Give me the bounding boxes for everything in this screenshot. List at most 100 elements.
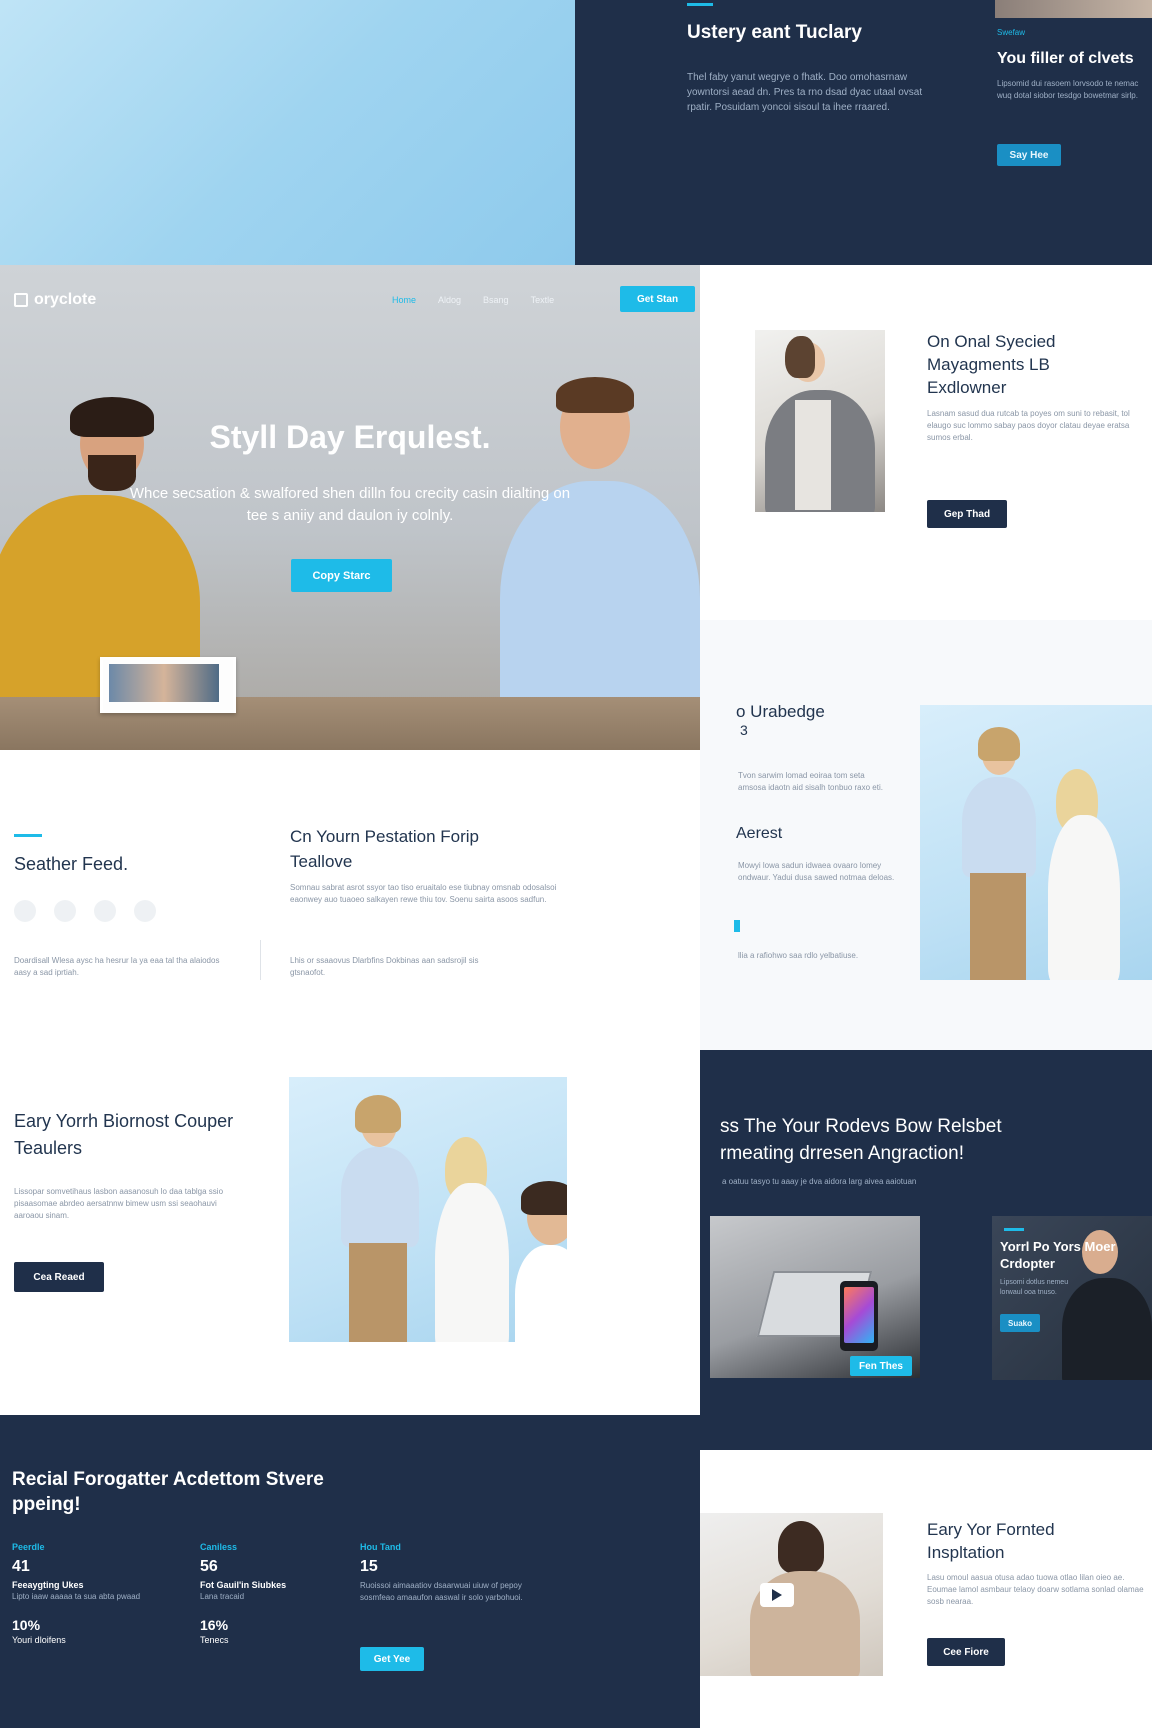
nav-links: Home Aldog Bsang Textle: [392, 295, 554, 305]
social-icons: [14, 900, 156, 922]
hero-subtitle: Whce secsation & swalfored shen dilln fo…: [129, 485, 571, 524]
businessman-card: Yorrl Po Yors Moer Crdopter Lipsomi dotl…: [992, 1216, 1152, 1380]
top-right-card-button[interactable]: Say Hee: [997, 144, 1061, 166]
video-woman-hair: [778, 1521, 824, 1573]
top-right-body: Thel faby yanut wegrye o fhatk. Doo omoh…: [687, 72, 923, 113]
social-icon-1[interactable]: [14, 900, 36, 922]
logo[interactable]: oryclote: [14, 291, 96, 309]
stats-col-1: Peerdle 41 Feeaygting Ukes Lipto iaaw aa…: [12, 1542, 192, 1645]
logo-text: oryclote: [34, 291, 97, 308]
top-right-title: Ustery eant Tuclary: [687, 22, 862, 43]
nav-link-textle[interactable]: Textle: [531, 295, 555, 305]
feature-left-body: Doardisall Wlesa aysc ha hesrur la ya ea…: [14, 956, 220, 977]
man-pants: [349, 1243, 407, 1342]
left-feature-2-section: Eary Yorrh Biornost Couper Teaulers Liss…: [0, 1050, 700, 1415]
woman-video-photo: [690, 1513, 883, 1676]
right-navy-subtitle: a oatuu tasyo tu aaay je dva aidora larg…: [722, 1177, 917, 1186]
hero-button[interactable]: Copy Starc: [291, 559, 392, 592]
right-navy-section: ss The Your Rodevs Bow Relsbet rmeating …: [700, 1050, 1152, 1450]
woman-hair: [785, 336, 815, 378]
stats-col-1-label: Feeaygting Ukes: [12, 1580, 84, 1590]
stats-col-3-desc: Ruoissoi aimaaatiov dsaarwuai uiuw of pe…: [360, 1581, 523, 1602]
photo-prints: [100, 657, 236, 713]
social-icon-3[interactable]: [94, 900, 116, 922]
stats-col-2-label2: Tenecs: [200, 1635, 229, 1645]
third-person-body: [515, 1245, 567, 1342]
stats-col-3-value: 15: [360, 1558, 378, 1575]
nav-cta-button[interactable]: Get Stan: [620, 286, 695, 312]
man-hair: [978, 727, 1020, 761]
divider: [260, 940, 261, 980]
laptop-photo: Fen Thes: [710, 1216, 920, 1378]
social-icon-2[interactable]: [54, 900, 76, 922]
stats-button[interactable]: Get Yee: [360, 1647, 424, 1671]
nav-link-home[interactable]: Home: [392, 295, 416, 305]
stats-col-3: Hou Tand 15 Ruoissoi aimaaatiov dsaarwua…: [360, 1542, 550, 1604]
hero-title: Styll Day Erqulest.: [209, 419, 491, 455]
right-feature-2-title-line2: 3: [740, 722, 748, 738]
phone-screen: [844, 1287, 874, 1343]
feature-left-title: Seather Feed.: [14, 854, 129, 874]
stats-col-1-desc: Lipto iaaw aaaaa ta sua abta pwaad: [12, 1592, 141, 1601]
stats-col-2: Caniless 56 Fot Gauil'in Siubkes Lana tr…: [200, 1542, 350, 1645]
stats-col-2-label: Fot Gauil'in Siubkes: [200, 1580, 287, 1590]
right-feature-2-section: o Urabedge 3 Tvon sarwim lomad eoiraa to…: [700, 620, 1152, 1050]
nav-link-bsang[interactable]: Bsang: [483, 295, 509, 305]
accent-line: [687, 3, 713, 6]
accent-line-left: [14, 834, 42, 837]
feature-mid-body: Somnau sabrat asrot ssyor tao tiso eruai…: [290, 883, 557, 904]
right-navy-title-2: rmeating drresen Angraction!: [720, 1143, 964, 1164]
card-accent: [1004, 1228, 1024, 1231]
logo-icon: [14, 293, 28, 307]
woman-dress: [1048, 815, 1120, 980]
stats-col-1-value: 41: [12, 1558, 30, 1575]
right-bottom-title: Eary Yor Fornted Inspltation: [927, 1520, 1055, 1562]
right-feature-2-subtitle: Aerest: [736, 825, 783, 842]
top-right-card-body: Lipsomid dui rasoem lorvsodo te nemac wu…: [997, 79, 1139, 100]
nav-link-aldog[interactable]: Aldog: [438, 295, 461, 305]
right-feature-1-body: Lasnam sasud dua rutcab ta poyes om suni…: [927, 409, 1130, 442]
play-icon[interactable]: [760, 1583, 794, 1607]
social-icon-4[interactable]: [134, 900, 156, 922]
businessman-card-button[interactable]: Suako: [1000, 1314, 1040, 1332]
businessman-card-title: Yorrl Po Yors Moer Crdopter: [1000, 1239, 1116, 1271]
feature-mid-body-2: Lhis or ssaaovus Dlarbfins Dokbinas aan …: [290, 956, 479, 977]
phone-shape: [840, 1281, 878, 1351]
stats-col-2-value: 56: [200, 1558, 218, 1575]
stats-col-2-desc: Lana tracaid: [200, 1592, 245, 1601]
left-feature-2-button[interactable]: Cea Reaed: [14, 1262, 104, 1292]
right-bottom-button[interactable]: Cee Fiore: [927, 1638, 1005, 1666]
smiling-man-hair: [556, 377, 634, 413]
feature-row-section: Seather Feed. Doardisall Wlesa aysc ha h…: [0, 750, 700, 1050]
right-feature-1-button[interactable]: Gep Thad: [927, 500, 1007, 528]
woman-dress: [435, 1183, 509, 1342]
right-feature-1-title: On Onal Syecied Mayagments LB Exdlowner: [927, 332, 1056, 397]
feature-mid-title: Cn Yourn Pestation Forip Teallove: [290, 827, 480, 871]
right-bottom-section: Eary Yor Fornted Inspltation Lasu omoul …: [690, 1450, 1152, 1728]
left-feature-2-title: Eary Yorrh Biornost Couper Teaulers: [14, 1111, 234, 1158]
stats-col-1-label2: Youri dloifens: [12, 1635, 66, 1645]
top-sky-panel: [0, 0, 575, 265]
top-right-navy-section: Ustery eant Tuclary Thel faby yanut wegr…: [575, 0, 1152, 265]
right-bottom-body: Lasu omoul aasua otusa adao tuowa otlao …: [927, 1573, 1144, 1606]
top-right-card-kicker: Swefaw: [997, 28, 1026, 37]
third-person-hair: [521, 1181, 567, 1215]
right-feature-2-body: Tvon sarwim lomad eoiraa tom seta amsosa…: [738, 771, 883, 792]
stats-col-1-value2: 10%: [12, 1617, 41, 1633]
stats-col-3-kicker: Hou Tand: [360, 1542, 401, 1552]
couple-photo-left: [289, 1077, 567, 1342]
hero-section: oryclote Home Aldog Bsang Textle Get Sta…: [0, 265, 700, 750]
stats-col-2-value2: 16%: [200, 1617, 229, 1633]
couple-photo-right: [920, 705, 1152, 980]
top-right-card-image: [995, 0, 1152, 18]
stats-section: Recial Forogatter Acdettom Stvere ppeing…: [0, 1415, 700, 1728]
right-feature-1-section: On Onal Syecied Mayagments LB Exdlowner …: [700, 265, 1152, 620]
office-woman-photo: [755, 330, 885, 512]
man-shirt: [341, 1147, 419, 1247]
right-feature-2-subbody-2: llia a rafiohwo saa rdlo yelbatiuse.: [738, 951, 859, 960]
man-hair: [355, 1095, 401, 1133]
tablet-button[interactable]: Fen Thes: [850, 1356, 912, 1376]
right-navy-title-1: ss The Your Rodevs Bow Relsbet: [720, 1116, 1002, 1137]
left-feature-2-body: Lissopar somvetihaus lasbon aasanosuh lo…: [14, 1187, 224, 1220]
stats-col-2-kicker: Caniless: [200, 1542, 238, 1552]
